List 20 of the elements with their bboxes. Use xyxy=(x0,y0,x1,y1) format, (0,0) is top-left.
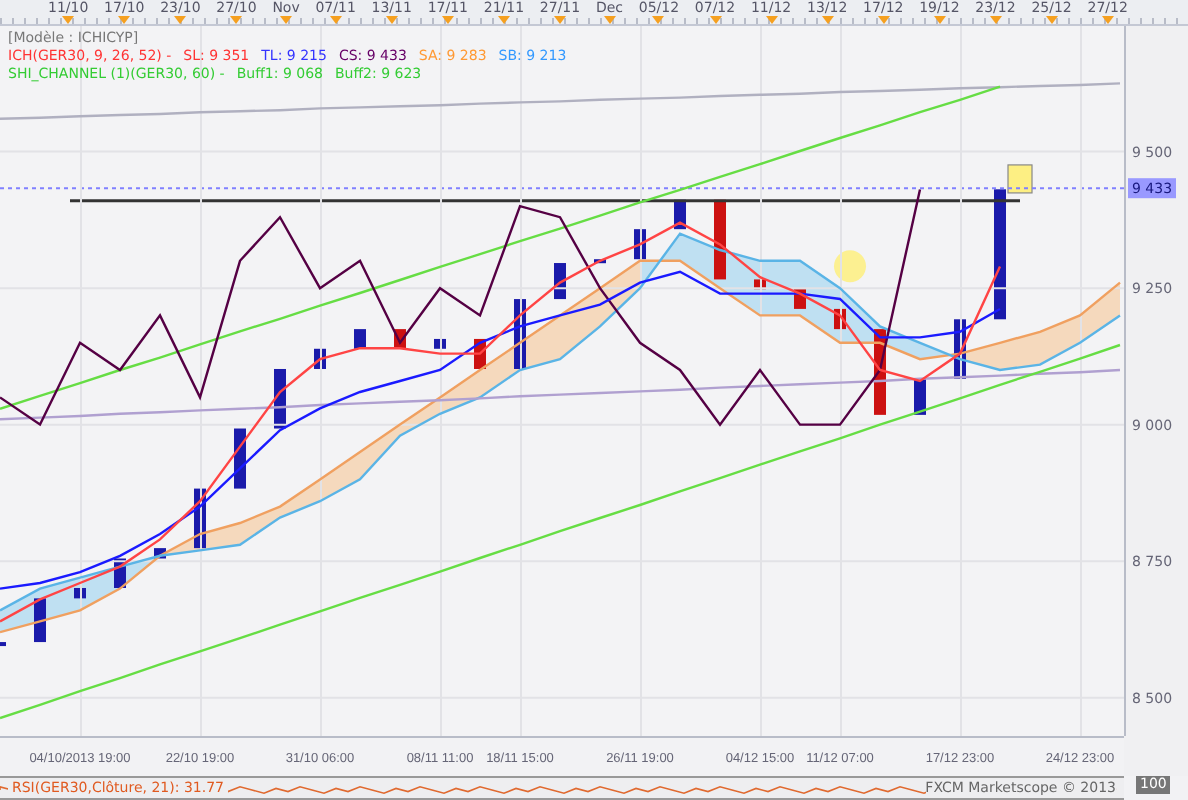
cloud-segment xyxy=(560,288,600,360)
candle xyxy=(0,642,6,647)
candle xyxy=(754,279,766,290)
cloud-segment xyxy=(600,260,640,327)
candle xyxy=(154,548,166,559)
cloud-segment xyxy=(440,370,480,414)
cloud-segment xyxy=(1000,331,1040,371)
candle xyxy=(434,338,446,349)
candle xyxy=(594,259,606,264)
candle xyxy=(354,329,366,349)
candle xyxy=(74,588,86,599)
cloud-segment xyxy=(240,506,280,545)
candle xyxy=(994,189,1006,320)
cloud-segment xyxy=(1080,282,1120,343)
highlight-marker xyxy=(1007,164,1033,194)
cloud-segment xyxy=(320,452,360,502)
highlight-marker xyxy=(834,250,866,283)
cloud-segment xyxy=(280,479,320,518)
cloud-segment xyxy=(1040,315,1080,365)
candle xyxy=(34,598,46,643)
